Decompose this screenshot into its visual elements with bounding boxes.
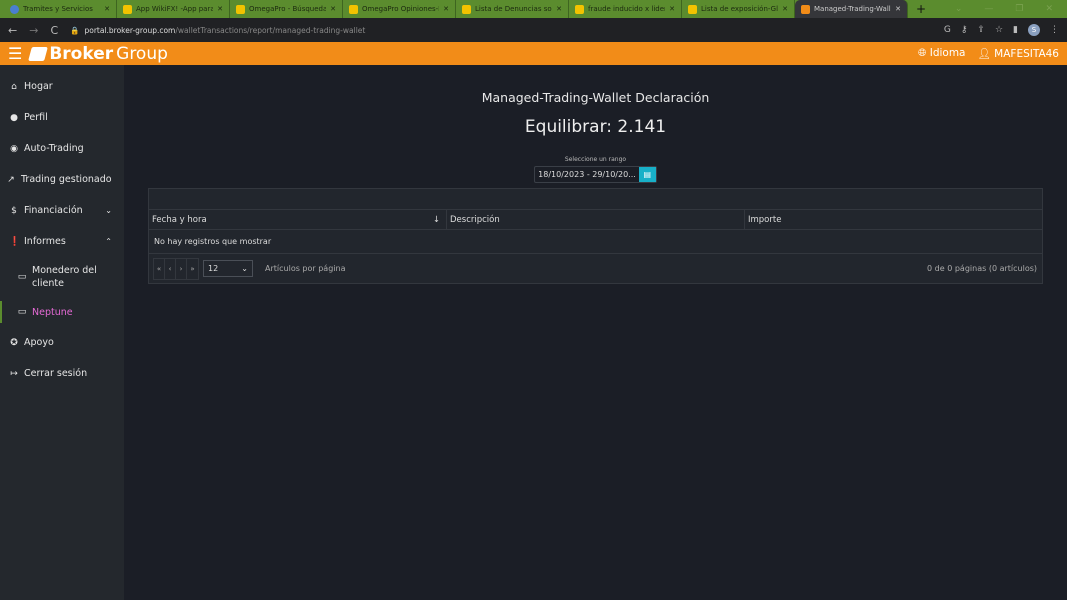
close-window-icon[interactable]: ✕ — [1045, 4, 1053, 14]
brand-logo[interactable]: Broker Group — [28, 44, 168, 64]
column-header-fecha[interactable]: Fecha y hora ↓ — [149, 210, 447, 229]
range-label: Seleccione un rango — [564, 156, 627, 163]
google-icon[interactable]: G — [944, 25, 951, 35]
alert-icon: ❗ — [9, 236, 21, 247]
column-header-descripcion[interactable]: Descripción — [447, 210, 745, 229]
user-icon: 👤︎ — [977, 48, 991, 60]
close-tab-icon[interactable]: ✕ — [104, 5, 110, 13]
close-tab-icon[interactable]: ✕ — [669, 5, 675, 13]
sidebar-item-auto-trading[interactable]: ◉ Auto-Trading — [0, 133, 124, 164]
logo-mark-icon — [28, 46, 49, 61]
favicon-icon — [123, 4, 132, 14]
globe-icon: 🌐︎ — [917, 47, 927, 59]
user-menu[interactable]: 👤︎ MAFESITA46 — [977, 47, 1059, 60]
browser-tab[interactable]: OmegaPro Opiniones-Re ✕ — [343, 0, 456, 18]
favicon-icon — [801, 4, 810, 14]
user-icon: ● — [10, 112, 18, 123]
favicon-icon — [462, 4, 471, 14]
hamburger-menu-icon[interactable]: ☰ — [8, 44, 22, 63]
new-tab-button[interactable]: + — [908, 2, 934, 16]
sidebar-item-trading-gestionado[interactable]: ↗ Trading gestionado — [0, 164, 124, 195]
favicon-icon — [575, 4, 584, 14]
close-tab-icon[interactable]: ✕ — [443, 5, 449, 13]
maximize-icon[interactable]: ❐ — [1015, 4, 1023, 14]
logout-icon: ↦ — [10, 368, 18, 379]
sidepanel-icon[interactable]: ▮ — [1013, 25, 1018, 35]
browser-tab[interactable]: Tramites y Servicios ✕ — [4, 0, 117, 18]
tab-search-icon[interactable]: ⌄ — [955, 4, 963, 14]
sidebar-item-financiacion[interactable]: $ Financiación ⌄ — [0, 195, 124, 226]
back-icon[interactable]: ← — [8, 24, 17, 37]
page-title: Managed-Trading-Wallet Declaración — [481, 90, 710, 105]
browser-tab[interactable]: Lista de Denuncias sobre✕ — [456, 0, 569, 18]
favicon-icon — [688, 4, 697, 14]
close-tab-icon[interactable]: ✕ — [217, 5, 223, 13]
empty-message: No hay registros que mostrar — [149, 230, 1042, 254]
balance: Equilibrar: 2.141 — [524, 117, 667, 137]
close-tab-icon[interactable]: ✕ — [330, 5, 336, 13]
calendar-icon[interactable]: ▤ — [638, 167, 656, 182]
close-tab-icon[interactable]: ✕ — [556, 5, 562, 13]
browser-tab[interactable]: App WikiFX! -App para co✕ — [117, 0, 230, 18]
browser-tab[interactable]: Lista de exposición-Glob✕ — [682, 0, 795, 18]
sort-down-icon[interactable]: ↓ — [433, 215, 440, 225]
sidebar-item-cerrar-sesion[interactable]: ↦ Cerrar sesión — [0, 358, 124, 389]
app-header: ☰ Broker Group 🌐︎ Idioma 👤︎ MAFESITA46 — [0, 42, 1067, 65]
chevron-up-icon: ⌃ — [105, 237, 112, 246]
table-header: Fecha y hora ↓ Descripción Importe — [149, 210, 1042, 230]
forward-icon[interactable]: → — [29, 24, 38, 37]
sidebar-item-monedero[interactable]: ▭ Monedero del cliente — [0, 257, 124, 297]
money-icon: $ — [11, 205, 17, 216]
last-page-button[interactable]: » — [187, 259, 198, 279]
lifebuoy-icon: ✪ — [10, 337, 18, 348]
sidebar-item-neptune[interactable]: ▭ Neptune — [0, 297, 124, 327]
home-icon: ⌂ — [11, 81, 17, 92]
transactions-table: Fecha y hora ↓ Descripción Importe No hay… — [148, 188, 1043, 284]
date-range-picker[interactable]: 18/10/2023 - 29/10/20... ▤ — [534, 166, 657, 183]
page-size-select[interactable]: 12 ⌄ — [203, 260, 253, 277]
reload-icon[interactable]: C — [50, 24, 58, 37]
sidebar-item-apoyo[interactable]: ✪ Apoyo — [0, 327, 124, 358]
sidebar-item-informes[interactable]: ❗ Informes ⌃ — [0, 226, 124, 257]
bulb-icon: ◉ — [10, 143, 18, 154]
main-content: Managed-Trading-Wallet Declaración Equil… — [124, 65, 1067, 600]
per-page-label: Artículos por página — [265, 264, 346, 273]
url-input[interactable]: 🔒 portal.broker-group.com/walletTransacti… — [70, 21, 932, 39]
wallet-icon: ▭ — [17, 307, 27, 317]
browser-tab[interactable]: fraude inducido x lideres✕ — [569, 0, 682, 18]
column-header-importe[interactable]: Importe — [745, 210, 1042, 229]
menu-dots-icon[interactable]: ⋮ — [1050, 25, 1059, 35]
language-button[interactable]: 🌐︎ Idioma — [918, 47, 966, 60]
next-page-button[interactable]: › — [176, 258, 187, 279]
favicon-icon — [10, 4, 19, 14]
favicon-icon — [236, 4, 245, 14]
lock-icon: 🔒 — [70, 25, 80, 35]
chevron-down-icon: ⌄ — [241, 264, 248, 273]
close-tab-icon[interactable]: ✕ — [782, 5, 788, 13]
page-info: 0 de 0 páginas (0 artículos) — [927, 264, 1037, 273]
minimize-icon[interactable]: — — [984, 4, 993, 14]
trend-icon: ↗ — [7, 174, 15, 185]
browser-tab[interactable]: OmegaPro - Búsqueda de✕ — [230, 0, 343, 18]
star-icon[interactable]: ☆ — [995, 25, 1003, 35]
chevron-down-icon: ⌄ — [105, 206, 112, 215]
wallet-icon: ▭ — [17, 272, 27, 282]
share-icon[interactable]: ⇪ — [977, 25, 985, 35]
profile-avatar[interactable]: S — [1028, 24, 1040, 36]
close-tab-icon[interactable]: ✕ — [895, 5, 901, 13]
address-bar-row: ← → C 🔒 portal.broker-group.com/walletTra… — [0, 18, 1067, 42]
first-page-button[interactable]: « — [154, 258, 165, 279]
prev-page-button[interactable]: ‹ — [165, 258, 176, 279]
sidebar-item-hogar[interactable]: ⌂ Hogar — [0, 71, 124, 102]
table-toolbar — [149, 189, 1042, 210]
pager: « ‹ › » 12 ⌄ Artículos por página 0 de 0 … — [149, 254, 1042, 283]
browser-tab-bar: Tramites y Servicios ✕ App WikiFX! -App p… — [0, 0, 1067, 18]
key-icon[interactable]: ⚷ — [961, 25, 968, 35]
browser-tab-active[interactable]: Managed-Trading-Wallet ✕ — [795, 0, 908, 18]
sidebar-item-perfil[interactable]: ● Perfil — [0, 102, 124, 133]
date-range-input[interactable]: 18/10/2023 - 29/10/20... — [535, 167, 639, 182]
favicon-icon — [349, 4, 358, 14]
sidebar: ⌂ Hogar ● Perfil ◉ Auto-Trading ↗ Trading ge… — [0, 65, 124, 600]
